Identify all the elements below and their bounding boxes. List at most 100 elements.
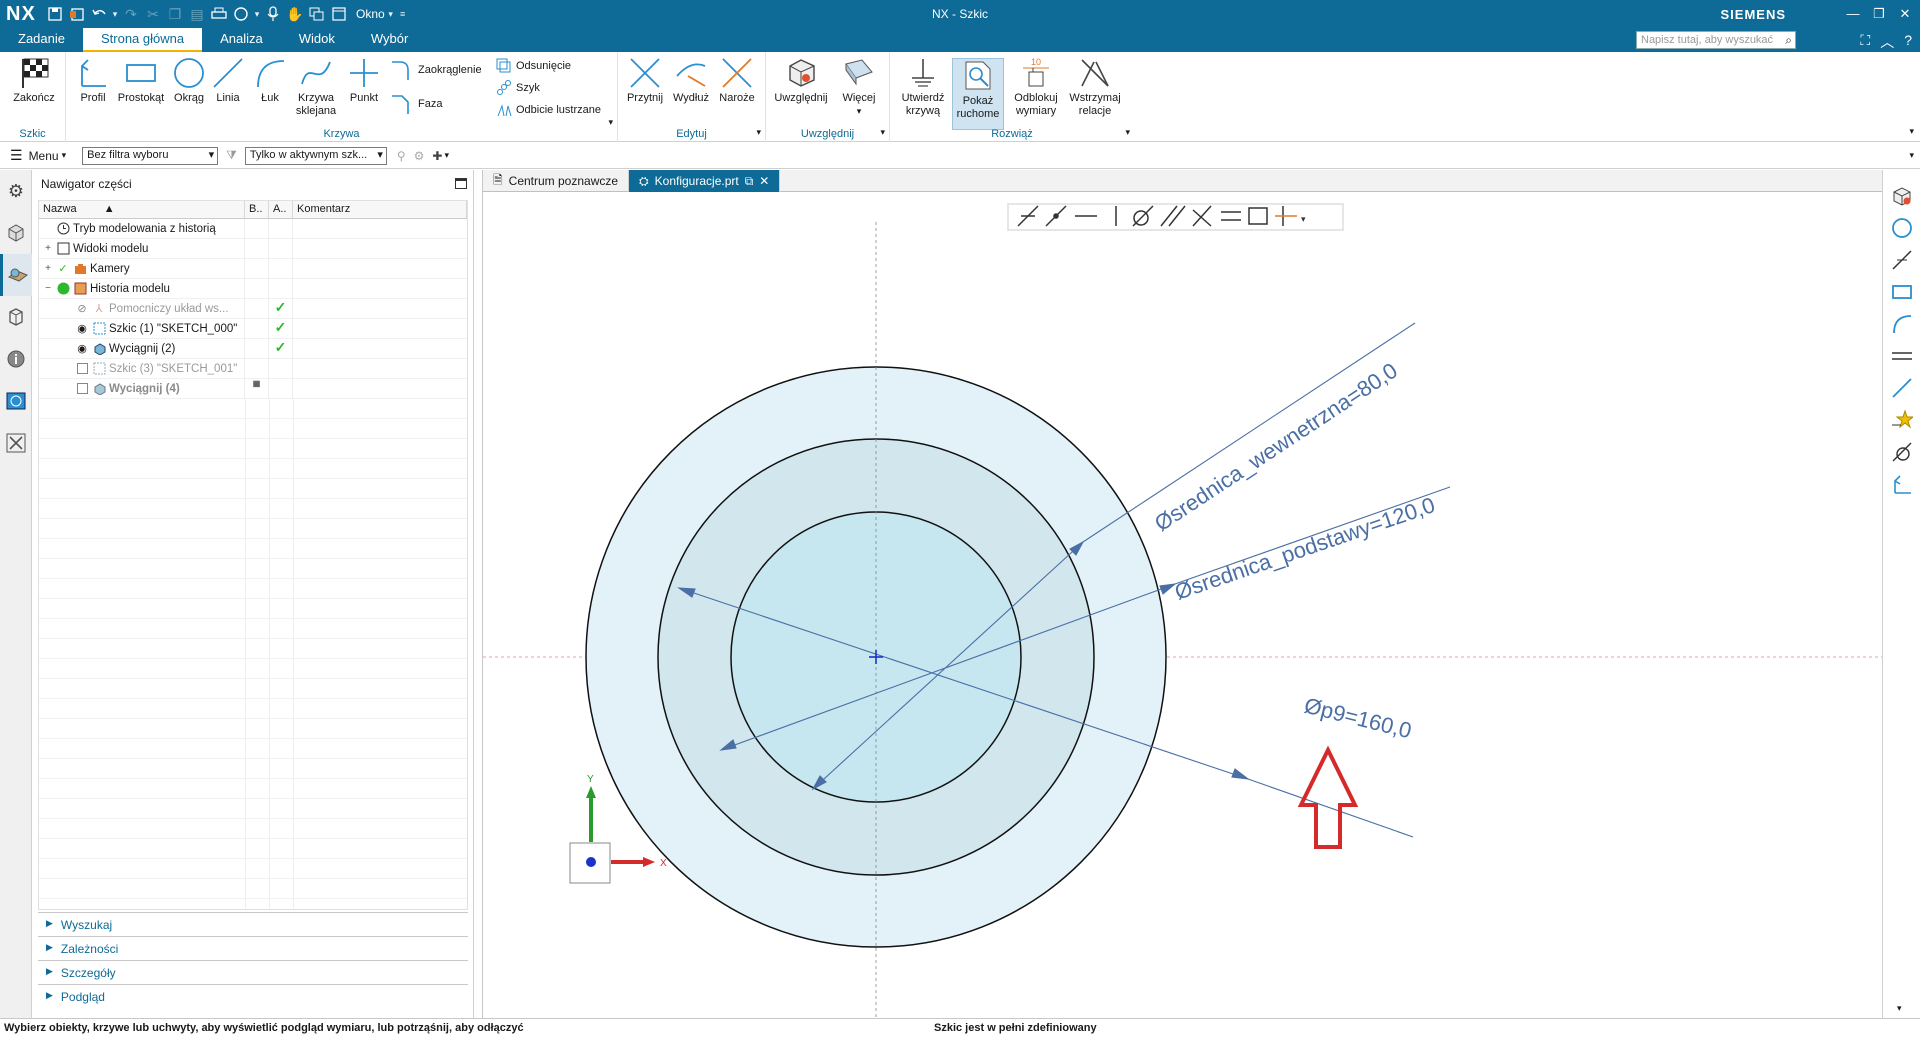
assembly-navigator-icon[interactable] [0, 212, 32, 254]
window-menu-chevron-icon[interactable]: ▾ [385, 3, 397, 25]
rectangle-tool-icon[interactable] [1883, 276, 1920, 308]
command-search-input[interactable]: Napisz tutaj, aby wyszukać ⌕ [1636, 31, 1796, 49]
customize-qat-icon[interactable]: ≡ [397, 3, 409, 25]
select-feature-icon[interactable]: ⚲ [397, 149, 406, 163]
settings-icon[interactable]: ⚙ [0, 170, 32, 212]
selection-circle-icon[interactable] [230, 3, 252, 25]
view-cube-icon[interactable] [1883, 180, 1920, 212]
show-movable-button[interactable]: Pokaż ruchome [952, 58, 1004, 130]
window-icon[interactable] [328, 3, 350, 25]
save-all-icon[interactable] [66, 3, 88, 25]
reuse-library-icon[interactable] [0, 296, 32, 338]
undo-icon[interactable] [88, 3, 110, 25]
arc-button[interactable]: Łuk [252, 56, 288, 105]
dimension-outer-label[interactable]: Øp9=160,0 [1302, 693, 1414, 744]
panel-search[interactable]: ▶ Wyszukaj [38, 912, 468, 936]
suspend-relations-button[interactable]: Wstrzymaj relacje [1066, 56, 1124, 118]
select-body-icon[interactable]: ⚙ [414, 149, 425, 163]
tree-row-history-mode[interactable]: Tryb modelowania z historią [39, 218, 467, 239]
checkbox-icon[interactable] [75, 382, 89, 396]
tangent-tool-icon[interactable] [1883, 436, 1920, 468]
rectangle-button[interactable]: Prostokąt [116, 56, 166, 105]
search-icon[interactable]: ⌕ [1785, 33, 1792, 48]
selection-filter-select[interactable]: Bez filtra wyboru [82, 146, 219, 165]
print-icon[interactable] [208, 3, 230, 25]
profile-button[interactable]: Profil [74, 56, 112, 105]
right-toolbar-more-icon[interactable]: ▾ [1897, 1003, 1902, 1014]
checkbox-icon[interactable] [75, 362, 89, 376]
expand-icon[interactable]: + [43, 243, 53, 254]
part-navigator-icon[interactable] [0, 254, 32, 296]
ribbon-options-icon[interactable]: ▾ [1909, 126, 1914, 137]
maximize-icon[interactable] [455, 178, 467, 189]
selection-scope-select[interactable]: Tylko w aktywnym szk... [244, 146, 387, 165]
switch-window-icon[interactable] [306, 3, 328, 25]
parallel-tool-icon[interactable] [1883, 340, 1920, 372]
offset-button[interactable]: Odsunięcie [496, 58, 571, 74]
menu-icon[interactable]: ☰ [10, 147, 23, 164]
window-menu[interactable]: Okno [356, 7, 385, 21]
filter-reset-icon[interactable]: ⧩ [226, 148, 237, 163]
close-icon[interactable]: ✕ [1894, 6, 1916, 22]
extend-button[interactable]: Wydłuż [670, 56, 712, 105]
tree-row-model-views[interactable]: + Widoki modelu [39, 238, 467, 259]
panel-dependencies[interactable]: ▶ Zależności [38, 936, 468, 960]
coincident-tool-icon[interactable] [1883, 244, 1920, 276]
tab-konfiguracje-prt[interactable]: ⛭ Konfiguracje.prt ⧉ ✕ [629, 170, 781, 192]
tree-row-sketch-1[interactable]: ◉ Szkic (1) "SKETCH_000" ✓ [39, 318, 467, 339]
pattern-button[interactable]: Szyk [496, 80, 540, 96]
info-icon[interactable] [0, 338, 32, 380]
cut-icon[interactable]: ✂ [142, 3, 164, 25]
collapse-ribbon-icon[interactable]: ︿ [1880, 32, 1894, 52]
more-dropdown-icon[interactable]: ▾ [857, 105, 862, 118]
tab-wybor[interactable]: Wybór [353, 28, 426, 52]
include-button[interactable]: Uwzględnij [772, 56, 830, 105]
help-icon[interactable]: ? [1904, 32, 1912, 52]
menu-chevron-icon[interactable]: ▾ [62, 150, 67, 161]
tree-row-extrude-2[interactable]: ◉ Wyciągnij (2) ✓ [39, 338, 467, 359]
krzywa-more-icon[interactable]: ▾ [608, 117, 613, 128]
snap-dropdown-icon[interactable]: ▾ [444, 150, 449, 161]
tab-widok[interactable]: Widok [281, 28, 353, 52]
collapse-icon[interactable]: − [43, 283, 53, 294]
infer-constraints-icon[interactable] [1883, 404, 1920, 436]
paste-icon[interactable]: ▤ [186, 3, 208, 25]
close-tab-icon[interactable]: ✕ [759, 174, 769, 188]
profile-tool-icon[interactable] [1883, 468, 1920, 500]
popout-icon[interactable]: ⧉ [745, 174, 754, 189]
restore-icon[interactable]: ❐ [1868, 6, 1890, 22]
snap-point-icon[interactable]: ✚ [432, 149, 442, 163]
hidden-eye-icon[interactable]: ⊘ [75, 302, 89, 316]
copy-icon[interactable]: ❐ [164, 3, 186, 25]
tab-strona-glowna[interactable]: Strona główna [82, 28, 203, 52]
tree-row-datum-csys[interactable]: ⊘ ⅄ Pomocniczy układ ws... ✓ [39, 298, 467, 319]
arc-tool-icon[interactable] [1883, 308, 1920, 340]
circle-tool-icon[interactable] [1883, 212, 1920, 244]
line-tool-icon[interactable] [1883, 372, 1920, 404]
tab-analiza[interactable]: Analiza [202, 28, 281, 52]
spline-button[interactable]: Krzywa sklejana [292, 56, 340, 118]
panel-details[interactable]: ▶ Szczegóły [38, 960, 468, 984]
roles-icon[interactable] [0, 422, 32, 464]
menu-button[interactable]: Menu [29, 149, 59, 163]
dimension-inner-label[interactable]: Øsrednica_wewnetrzna=80,0 [1150, 358, 1402, 536]
undo-dropdown-icon[interactable]: ▾ [110, 3, 120, 25]
touch-mode-icon[interactable]: ✋ [284, 3, 306, 25]
fillet-button[interactable]: Zaokrąglenie [390, 58, 482, 82]
column-comment[interactable]: Komentarz [293, 201, 467, 218]
fix-curve-button[interactable]: Utwierdź krzywą [896, 56, 950, 118]
tree-row-cameras[interactable]: + ✓ Kamery [39, 258, 467, 279]
finish-sketch-button[interactable]: Zakończ [8, 56, 60, 105]
tree-row-sketch-3[interactable]: Szkic (3) "SKETCH_001" [39, 358, 467, 379]
tree-row-extrude-4[interactable]: Wyciągnij (4) ▦ [39, 378, 467, 399]
corner-button[interactable]: Naroże [716, 56, 758, 105]
dimension-base-label[interactable]: Øsrednica_podstawy=120,0 [1171, 492, 1438, 605]
fullscreen-icon[interactable]: ⛶ [1860, 32, 1870, 52]
eye-icon[interactable]: ◉ [75, 322, 89, 336]
eye-icon[interactable]: ◉ [75, 342, 89, 356]
column-b[interactable]: B.. [245, 201, 269, 218]
circle-button[interactable]: Okrąg [170, 56, 208, 105]
chamfer-button[interactable]: Faza [390, 92, 442, 116]
toolbar-options-icon[interactable]: ▾ [1909, 150, 1914, 161]
constraint-more-icon[interactable]: ▾ [1301, 214, 1306, 224]
